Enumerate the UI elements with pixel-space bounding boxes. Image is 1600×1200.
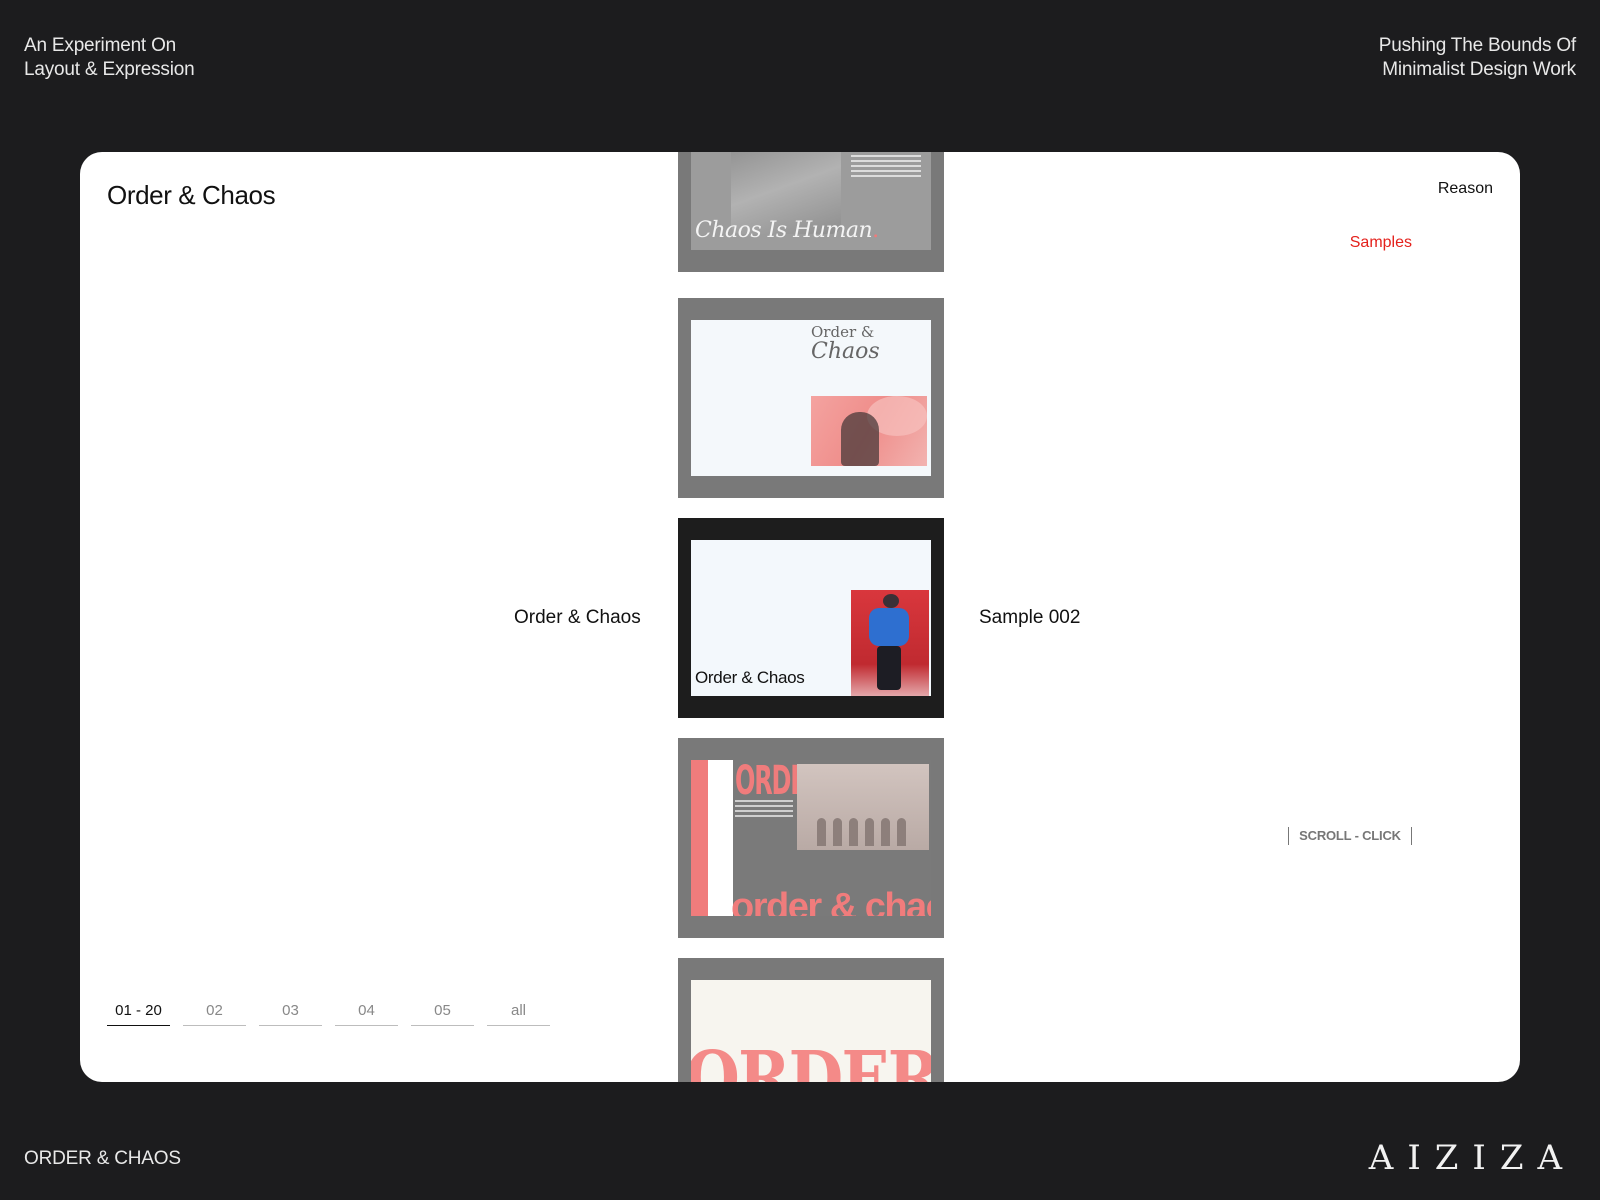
thumbnail-paragraph xyxy=(851,152,921,180)
page-tab-1[interactable]: 01 - 20 xyxy=(107,1002,170,1026)
thumbnail-headline: Chaos Is Human. xyxy=(695,218,879,243)
sample-thumbnail-screen: Order & Chaos xyxy=(691,540,931,696)
active-sample-title: Order & Chaos xyxy=(514,607,641,628)
thumbnail-photo xyxy=(811,396,927,466)
sample-thumbnail-screen: Order & Chaos xyxy=(691,320,931,476)
sample-thumbnail-005[interactable]: ORDER xyxy=(678,958,944,1082)
main-card: Order & Chaos Reason Samples Order & Cha… xyxy=(80,152,1520,1082)
page-title: Order & Chaos xyxy=(107,180,276,210)
sample-thumbnail-screen: ORDER xyxy=(691,980,931,1082)
sample-thumbnail-001[interactable]: Chaos Is Human. xyxy=(678,152,944,272)
thumbnail-accent-bar xyxy=(691,760,708,916)
page-tab-all[interactable]: all xyxy=(487,1002,550,1026)
thumbnail-large-text: ORDER xyxy=(691,1036,931,1082)
active-sample-number: Sample 002 xyxy=(979,607,1081,628)
sample-thumbnail-002a[interactable]: Order & Chaos xyxy=(678,298,944,498)
nav-link-samples[interactable]: Samples xyxy=(1350,234,1412,252)
thumbnail-headline: Order & Chaos xyxy=(811,323,880,364)
page-tab-2[interactable]: 02 xyxy=(183,1002,246,1026)
page-tab-5[interactable]: 05 xyxy=(411,1002,474,1026)
pagination: 01 - 20 02 03 04 05 all xyxy=(107,1002,550,1026)
thumbnail-photo xyxy=(797,764,929,850)
scroll-click-hint: SCROLL - CLICK xyxy=(1288,827,1412,845)
header-tagline-right: Pushing The Bounds Of Minimalist Design … xyxy=(1379,34,1576,82)
footer-project-title: ORDER & CHAOS xyxy=(24,1148,181,1169)
page-tab-4[interactable]: 04 xyxy=(335,1002,398,1026)
thumbnail-headline: Order & Chaos xyxy=(695,668,805,687)
header-right-line2: Minimalist Design Work xyxy=(1382,59,1576,80)
nav-link-reason[interactable]: Reason xyxy=(1438,180,1493,198)
thumbnail-side-panel xyxy=(708,760,733,916)
thumbnail-paragraph xyxy=(735,800,793,820)
header-tagline-left: An Experiment On Layout & Expression xyxy=(24,34,195,82)
sample-thumbnail-screen: Chaos Is Human. xyxy=(691,152,931,250)
header-left-line2: Layout & Expression xyxy=(24,59,195,80)
sample-thumbnail-active[interactable]: Order & Chaos xyxy=(678,518,944,718)
header-left-line1: An Experiment On xyxy=(24,35,177,56)
header-right-line1: Pushing The Bounds Of xyxy=(1378,35,1576,56)
thumbnail-large-text: order & chao xyxy=(731,886,931,916)
sample-thumbnail-screen: ORDER order & chao xyxy=(691,760,931,916)
thumbnail-photo xyxy=(851,590,929,696)
brand-logo[interactable]: AIZIZA xyxy=(1369,1138,1576,1178)
page-tab-3[interactable]: 03 xyxy=(259,1002,322,1026)
sample-thumbnail-004[interactable]: ORDER order & chao xyxy=(678,738,944,938)
